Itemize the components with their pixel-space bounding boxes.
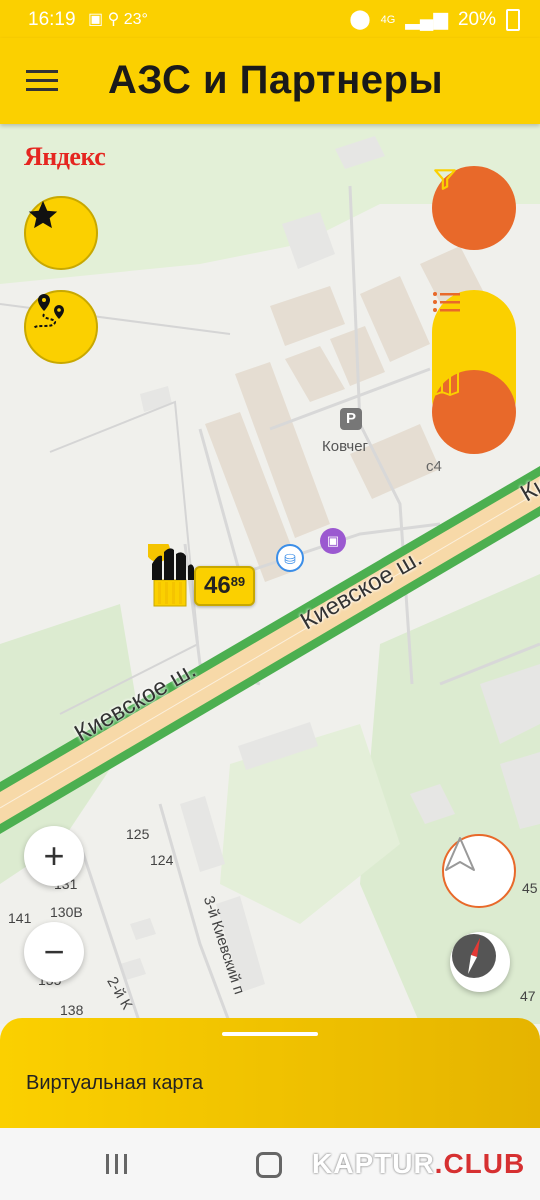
route-button[interactable] <box>24 290 98 364</box>
battery-icon <box>506 8 520 31</box>
status-time: 16:19 <box>28 9 76 30</box>
watermark-part-a: KAPTUR <box>312 1148 435 1179</box>
status-bar: 16:19 ▣ ⚲ 23° ⬤ 4G ▂▄▆ 20% <box>0 0 540 38</box>
house-number: 141 <box>8 910 32 926</box>
network-type: 4G <box>380 13 396 26</box>
zoom-out-button[interactable]: − <box>24 922 84 982</box>
navigation-arrow-icon <box>445 837 475 871</box>
zoom-in-button[interactable]: + <box>24 826 84 886</box>
fuel-price-badge[interactable]: 4689 <box>194 566 256 606</box>
hamburger-menu-icon[interactable] <box>26 70 58 94</box>
my-location-button[interactable] <box>442 834 516 908</box>
search-status-icon: ⚲ <box>107 11 120 28</box>
home-icon[interactable] <box>256 1152 282 1178</box>
virtual-card-title: Виртуальная карта <box>26 1072 204 1094</box>
app-bar: АЗС и Партнеры <box>0 38 540 124</box>
house-number: 130В <box>50 904 83 920</box>
recent-apps-icon[interactable] <box>104 1152 130 1176</box>
rosneft-logo-icon <box>148 544 196 610</box>
route-icon <box>33 294 64 329</box>
house-number: 45 <box>522 880 538 896</box>
compass-button[interactable] <box>450 932 510 992</box>
compass-icon <box>452 934 496 978</box>
gallery-icon: ▣ <box>88 11 104 28</box>
parking-label: P <box>345 410 356 427</box>
favorites-button[interactable] <box>24 196 98 270</box>
watermark: KAPTUR.CLUB <box>312 1148 525 1180</box>
status-temperature: 23° <box>123 11 148 28</box>
house-number: 47 <box>520 988 536 1004</box>
fuel-price-rub: 46 <box>204 572 231 599</box>
parking-icon[interactable]: P <box>340 408 362 430</box>
battery-text: 20% <box>457 8 496 30</box>
map-icon <box>433 370 459 396</box>
watermark-part-b: .CLUB <box>434 1148 526 1179</box>
location-icon: ⬤ <box>349 9 371 30</box>
system-nav-bar: KAPTUR.CLUB <box>0 1128 540 1200</box>
poi-label-kovcheg: Ковчег <box>322 438 369 455</box>
filter-icon <box>434 169 456 190</box>
delivery-poi-icon[interactable]: ▣ <box>320 528 346 554</box>
fuel-price-kop: 89 <box>230 574 246 589</box>
star-icon <box>28 200 58 229</box>
list-icon <box>433 292 460 312</box>
list-view-button[interactable] <box>432 290 516 374</box>
store-poi-icon[interactable]: ⛁ <box>276 544 304 572</box>
house-number: 138 <box>60 1002 84 1018</box>
sheet-drag-handle[interactable] <box>222 1032 318 1036</box>
bottom-sheet[interactable]: Виртуальная карта <box>0 1018 540 1128</box>
status-notification-icons: ▣ ⚲ 23° <box>88 9 148 29</box>
house-number: 125 <box>126 826 150 842</box>
map-view-button[interactable] <box>432 370 516 454</box>
status-system-icons: ⬤ 4G ▂▄▆ 20% <box>349 8 520 31</box>
page-title: АЗС и Партнеры <box>108 58 444 102</box>
building-label: с4 <box>426 458 442 475</box>
house-number: 124 <box>150 852 174 868</box>
filter-button[interactable] <box>432 166 516 250</box>
map-view[interactable]: Киевское ш. Киевское ш. Ки 3-й Киевский … <box>0 124 540 1024</box>
yandex-logo: Яндекс <box>24 142 106 171</box>
signal-icon: ▂▄▆ <box>405 9 448 30</box>
